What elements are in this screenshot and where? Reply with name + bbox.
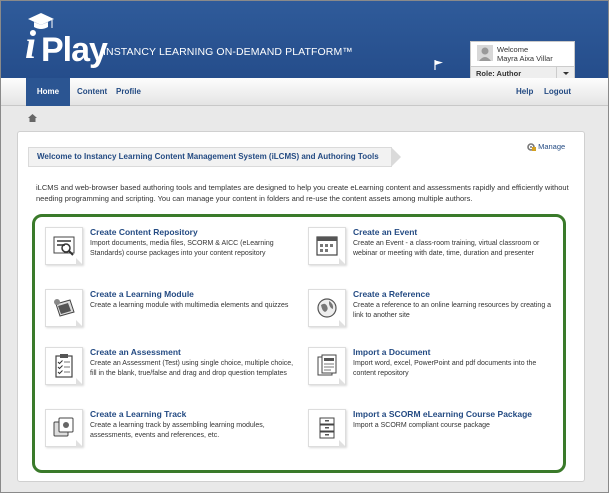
tile-create-reference[interactable]: Create a Reference Create a reference to…: [308, 289, 558, 345]
tile-import-document[interactable]: Import a Document Import word, excel, Po…: [308, 347, 558, 403]
calendar-icon: [308, 227, 346, 265]
tile-desc: Import word, excel, PowerPoint and pdf d…: [353, 360, 537, 377]
tile-title[interactable]: Create an Event: [353, 227, 417, 237]
welcome-label: Welcome: [497, 45, 529, 54]
tile-title[interactable]: Import a Document: [353, 347, 430, 357]
tile-title[interactable]: Create a Learning Module: [90, 289, 194, 299]
tile-title[interactable]: Create Content Repository: [90, 227, 198, 237]
logo-letter-i: i: [25, 22, 37, 67]
manage-gear-icon: [527, 143, 536, 152]
tile-create-event[interactable]: Create an Event Create an Event - a clas…: [308, 227, 558, 283]
package-icon: [308, 409, 346, 447]
main-navbar: Home Content Profile Help Logout: [1, 78, 608, 106]
logo-word-play: Play: [41, 31, 108, 69]
tile-desc: Create a learning track by assembling le…: [90, 422, 265, 439]
manage-label: Manage: [538, 142, 566, 151]
tile-desc: Create a learning module with multimedia…: [90, 302, 289, 309]
tile-create-content-repository[interactable]: Create Content Repository Import documen…: [45, 227, 295, 283]
clipboard-icon: [45, 347, 83, 385]
document-icon: [308, 347, 346, 385]
track-icon: [45, 409, 83, 447]
tile-title[interactable]: Create an Assessment: [90, 347, 181, 357]
tile-title[interactable]: Create a Learning Track: [90, 409, 186, 419]
app-header: i Play INSTANCY LEARNING ON-DEMAND PLATF…: [1, 1, 608, 79]
intro-text: iLCMS and web-browser based authoring to…: [36, 183, 569, 203]
quick-actions: Create Content Repository Import documen…: [32, 214, 566, 473]
nav-home[interactable]: Home: [26, 78, 70, 106]
tile-create-learning-track[interactable]: Create a Learning Track Create a learnin…: [45, 409, 295, 465]
globe-icon: [308, 289, 346, 327]
tile-import-scorm-package[interactable]: Import a SCORM eLearning Course Package …: [308, 409, 558, 465]
tile-title[interactable]: Import a SCORM eLearning Course Package: [353, 409, 532, 419]
welcome-banner: Welcome to Instancy Learning Content Man…: [28, 147, 401, 167]
platform-title: INSTANCY LEARNING ON-DEMAND PLATFORM™: [103, 46, 353, 58]
tile-create-learning-module[interactable]: Create a Learning Module Create a learni…: [45, 289, 295, 345]
user-name: Mayra Aixa Villar: [497, 54, 553, 63]
iplay-logo[interactable]: i Play: [25, 11, 108, 71]
manage-link[interactable]: Manage: [526, 142, 565, 152]
flag-icon[interactable]: [434, 60, 444, 70]
home-icon[interactable]: [28, 114, 37, 122]
user-panel: Welcome Mayra Aixa Villar Role: Author: [470, 41, 575, 79]
tile-title[interactable]: Create a Reference: [353, 289, 430, 299]
nav-content[interactable]: Content: [77, 78, 107, 106]
tile-desc: Create an Assessment (Test) using single…: [90, 360, 294, 377]
main-panel: Welcome to Instancy Learning Content Man…: [17, 131, 585, 482]
tile-desc: Import documents, media files, SCORM & A…: [90, 240, 274, 257]
role-label: Role: Author: [476, 69, 522, 78]
tile-create-assessment[interactable]: Create an Assessment Create an Assessmen…: [45, 347, 295, 403]
tile-desc: Create an Event - a class-room training,…: [353, 240, 540, 257]
tile-desc: Create a reference to an online learning…: [353, 302, 552, 319]
nav-help[interactable]: Help: [516, 78, 533, 106]
repository-icon: [45, 227, 83, 265]
module-icon: [45, 289, 83, 327]
nav-logout[interactable]: Logout: [544, 78, 571, 106]
avatar: [477, 45, 493, 61]
tile-desc: Import a SCORM compliant course package: [353, 422, 490, 429]
nav-profile[interactable]: Profile: [116, 78, 141, 106]
